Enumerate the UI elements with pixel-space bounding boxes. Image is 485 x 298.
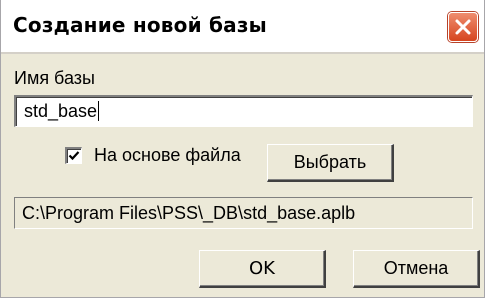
browse-button[interactable]: Выбрать [267,144,394,182]
cancel-button[interactable]: Отмена [353,250,480,288]
ok-button[interactable]: OK [199,250,326,288]
close-button[interactable] [448,12,478,42]
file-based-checkbox[interactable] [65,147,82,164]
file-path-field: C:\Program Files\PSS\_DB\std_base.aplb [14,197,473,229]
create-database-dialog: Создание новой базы Имя базы std_base На… [0,0,485,298]
text-caret [98,100,100,121]
database-name-value: std_base [24,101,98,121]
title-bar[interactable]: Создание новой базы [1,0,484,54]
file-based-checkbox-label[interactable]: На основе файла [94,145,241,166]
database-name-label: Имя базы [14,68,95,88]
dialog-title: Создание новой базы [13,13,267,37]
close-icon [454,18,472,36]
database-name-input[interactable]: std_base [14,95,473,127]
